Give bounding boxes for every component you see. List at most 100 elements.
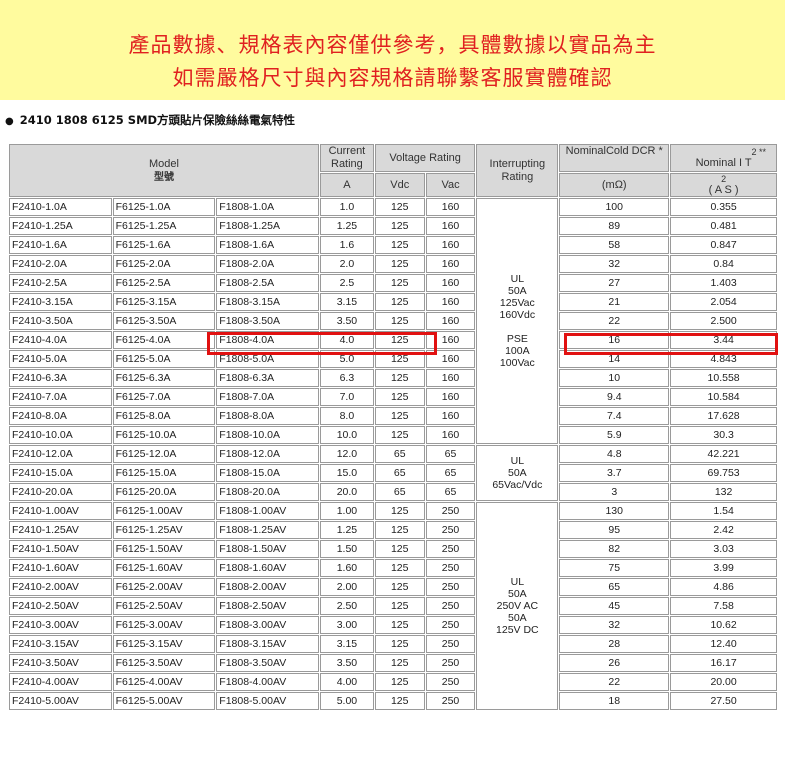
cell-model-2410: F2410-7.0A [9,388,112,406]
cell-dcr: 45 [559,597,670,615]
cell-vac: 250 [425,578,476,596]
cell-current: 1.25 [319,521,374,539]
cell-dcr: 21 [559,293,670,311]
cell-current: 1.00 [319,502,374,520]
cell-dcr: 65 [559,578,670,596]
cell-model-1808: F1808-3.50A [216,312,319,330]
table-row: F2410-1.25A F6125-1.25A F1808-1.25A 1.25 125… [9,217,777,235]
cell-vac: 250 [425,635,476,653]
cell-model-1808: F1808-20.0A [216,483,319,501]
cell-model-2410: F2410-2.0A [9,255,112,273]
table-row: F2410-1.60AV F6125-1.60AV F1808-1.60AV 1.60… [9,559,777,577]
cell-dcr: 9.4 [559,388,670,406]
cell-model-2410: F2410-1.50AV [9,540,112,558]
cell-vdc: 125 [374,198,425,216]
cell-current: 1.0 [319,198,374,216]
cell-dcr: 5.9 [559,426,670,444]
fuse-spec-body: F2410-1.0A F6125-1.0A F1808-1.0A 1.0 125 160 U… [9,198,777,710]
cell-i2t: 0.84 [670,255,777,273]
cell-model-2410: F2410-3.15AV [9,635,112,653]
header-vac: Vac [425,173,476,197]
cell-dcr: 130 [559,502,670,520]
cell-vdc: 125 [374,635,425,653]
cell-dcr: 58 [559,236,670,254]
header-dcr: NominalCold DCR * [559,144,670,172]
cell-vdc: 125 [374,236,425,254]
cell-model-1808: F1808-3.15AV [216,635,319,653]
cell-vdc: 125 [374,597,425,615]
cell-vdc: 125 [374,331,425,349]
table-row: F2410-1.0A F6125-1.0A F1808-1.0A 1.0 125 160 U… [9,198,777,444]
cell-model-1808: F1808-3.15A [216,293,319,311]
cell-model-6125: F6125-6.3A [112,369,216,387]
cell-vac: 160 [425,312,476,330]
section-heading: ● 2410 1808 6125 SMD方頭貼片保險絲絲電氣特性 [5,112,295,128]
cell-vdc: 125 [374,673,425,691]
cell-model-1808: F1808-1.60AV [216,559,319,577]
cell-interrupting-rating: UL 50A 125Vac 160Vdc PSE 100A 100Vac [476,198,559,444]
cell-vdc: 65 [374,483,425,501]
cell-model-2410: F2410-6.3A [9,369,112,387]
header-interrupting: Interrupting Rating [476,144,559,197]
cell-current: 3.15 [319,293,374,311]
cell-model-6125: F6125-3.15AV [112,635,216,653]
header-i2t-label: Nominal I T [695,157,752,169]
cell-model-6125: F6125-3.50A [112,312,216,330]
cell-model-2410: F2410-1.60AV [9,559,112,577]
header-i2t-unit-label: ( A S ) [708,184,739,196]
cell-model-1808: F1808-2.0A [216,255,319,273]
cell-model-1808: F1808-2.00AV [216,578,319,596]
cell-model-6125: F6125-5.00AV [112,692,216,710]
cell-vac: 160 [425,255,476,273]
cell-model-6125: F6125-2.00AV [112,578,216,596]
cell-dcr: 32 [559,616,670,634]
cell-vac: 160 [425,236,476,254]
cell-vdc: 125 [374,255,425,273]
cell-vac: 65 [425,464,476,482]
cell-dcr: 4.8 [559,445,670,463]
cell-model-2410: F2410-8.0A [9,407,112,425]
table-row: F2410-12.0A F6125-12.0A F1808-12.0A 12.0 65 6… [9,445,777,501]
cell-model-6125: F6125-10.0A [112,426,216,444]
cell-i2t: 132 [670,483,777,501]
cell-vac: 160 [425,369,476,387]
cell-i2t: 10.584 [670,388,777,406]
table-row: F2410-1.50AV F6125-1.50AV F1808-1.50AV 1.50… [9,540,777,558]
cell-dcr: 22 [559,673,670,691]
cell-model-1808: F1808-4.0A [216,331,319,349]
cell-model-6125: F6125-15.0A [112,464,216,482]
cell-dcr: 14 [559,350,670,368]
table-row: F2410-6.3A F6125-6.3A F1808-6.3A 6.3 125 160 1… [9,369,777,387]
cell-vac: 160 [425,350,476,368]
cell-model-2410: F2410-3.50AV [9,654,112,672]
cell-current: 3.50 [319,654,374,672]
table-row: F2410-3.00AV F6125-3.00AV F1808-3.00AV 3.00… [9,616,777,634]
cell-dcr: 28 [559,635,670,653]
cell-i2t: 4.86 [670,578,777,596]
cell-model-6125: F6125-3.00AV [112,616,216,634]
cell-current: 2.00 [319,578,374,596]
section-heading-text: 2410 1808 6125 SMD方頭貼片保險絲絲電氣特性 [19,113,296,127]
cell-dcr: 75 [559,559,670,577]
table-row: F2410-5.0A F6125-5.0A F1808-5.0A 5.0 125 160 1… [9,350,777,368]
cell-model-6125: F6125-1.60AV [112,559,216,577]
cell-current: 1.60 [319,559,374,577]
cell-vac: 250 [425,654,476,672]
cell-model-6125: F6125-5.0A [112,350,216,368]
cell-current: 2.0 [319,255,374,273]
header-model-label: Model [148,157,179,170]
cell-current: 1.6 [319,236,374,254]
cell-model-1808: F1808-1.25A [216,217,319,235]
cell-model-6125: F6125-2.50AV [112,597,216,615]
cell-vac: 160 [425,388,476,406]
table-row: F2410-1.25AV F6125-1.25AV F1808-1.25AV 1.25… [9,521,777,539]
cell-i2t: 3.99 [670,559,777,577]
cell-model-1808: F1808-10.0A [216,426,319,444]
notice-banner: 產品數據、規格表內容僅供參考，具體數據以實品為主 如需嚴格尺寸與內容規格請聯繫客… [0,0,785,100]
cell-current: 3.15 [319,635,374,653]
cell-model-6125: F6125-8.0A [112,407,216,425]
table-row: F2410-20.0A F6125-20.0A F1808-20.0A 20.0 65 6… [9,483,777,501]
table-row: F2410-1.00AV F6125-1.00AV F1808-1.00AV 1.00… [9,502,777,710]
header-i2t-unit: 2 ( A S ) [670,173,777,197]
cell-i2t: 2.054 [670,293,777,311]
